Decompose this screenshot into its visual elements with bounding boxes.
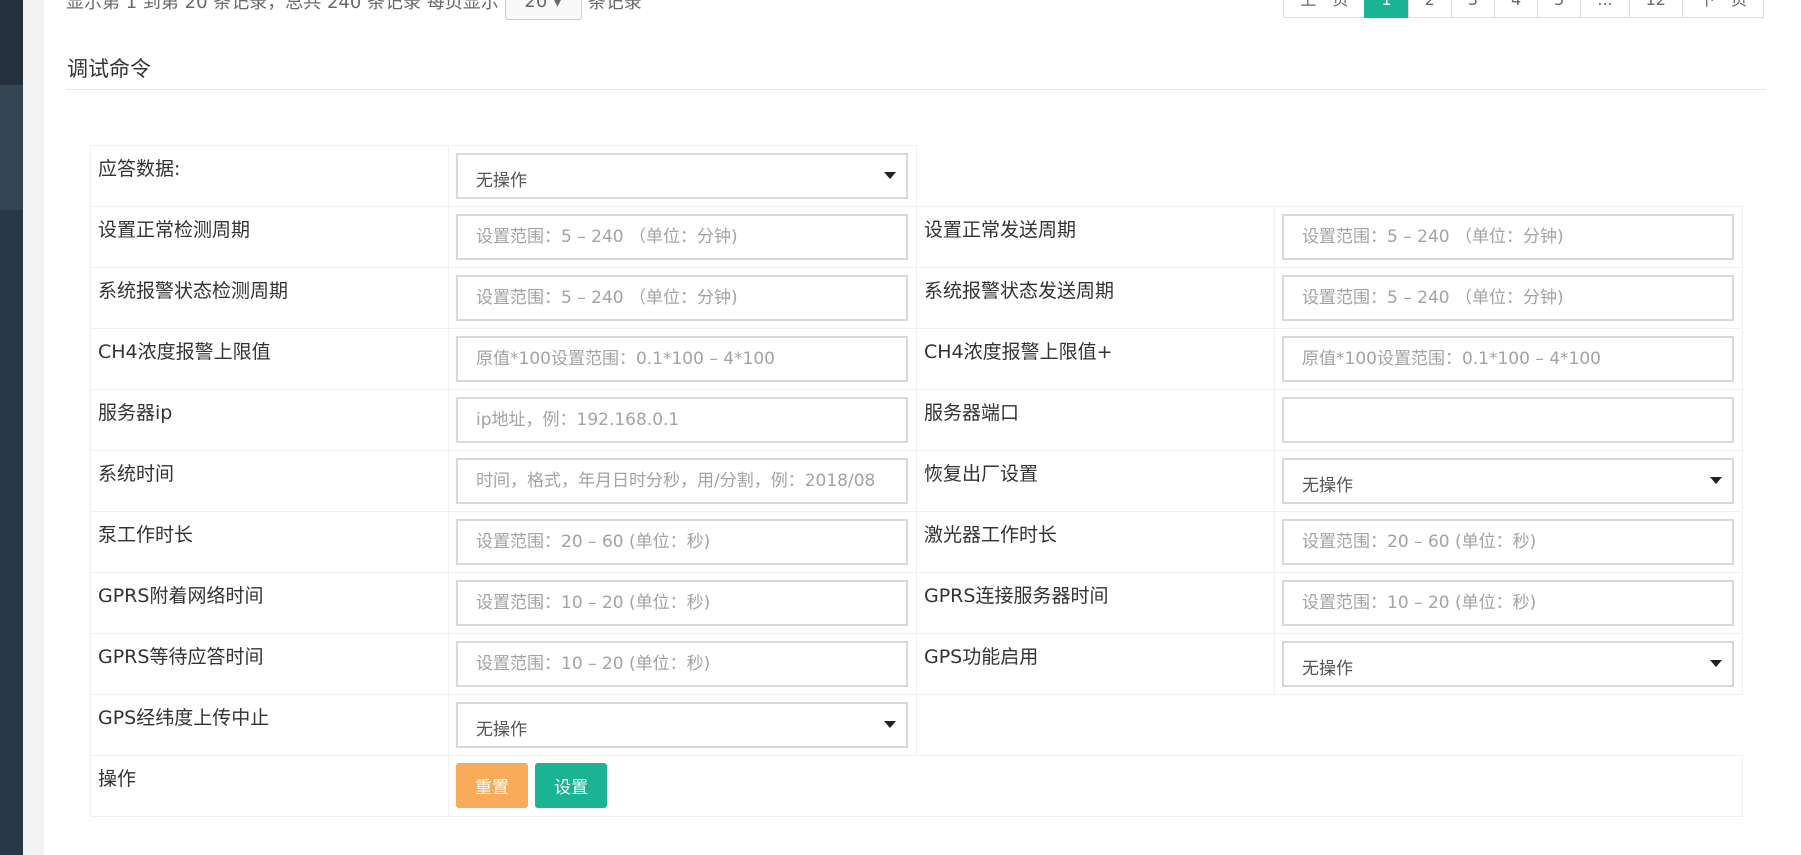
normal-detect-period-input[interactable] [456, 214, 908, 260]
sidebar-body [0, 210, 23, 855]
response-data-value: 无操作 [476, 171, 527, 191]
chevron-down-icon [1710, 477, 1722, 484]
server-ip-label: 服务器ip [90, 389, 449, 451]
form-row: 泵工作时长 激光器工作时长 [90, 511, 1743, 573]
form-row: GPRS等待应答时间 GPS功能启用 无操作 [90, 633, 1743, 695]
ch4-limit-plus-input[interactable] [1282, 336, 1734, 382]
gps-enable-select[interactable]: 无操作 [1282, 641, 1734, 687]
pager-page-4[interactable]: 4 [1493, 0, 1539, 18]
page-size-value: 20 [524, 0, 548, 12]
gprs-wait-label: GPRS等待应答时间 [90, 633, 449, 695]
laser-duration-label: 激光器工作时长 [916, 511, 1275, 573]
debug-command-form: 应答数据: 无操作 设置正常检测周期 设置正常发送周期 系统报警状态检测周期 系… [90, 145, 1743, 817]
gps-upload-stop-label: GPS经纬度上传中止 [90, 694, 449, 756]
pager-page-5[interactable]: 5 [1537, 0, 1582, 18]
system-time-label: 系统时间 [90, 450, 449, 512]
gprs-wait-input[interactable] [456, 641, 908, 687]
form-row: 服务器ip 服务器端口 [90, 389, 1743, 451]
page-info-suffix: 条记录 [587, 0, 642, 13]
section-title: 调试命令 [67, 57, 151, 81]
pager-next[interactable]: 下一页 [1681, 0, 1764, 18]
gps-upload-stop-select[interactable]: 无操作 [456, 702, 908, 748]
set-button[interactable]: 设置 [535, 763, 608, 808]
sidebar-top [0, 0, 23, 85]
ch4-limit-input[interactable] [456, 336, 908, 382]
pager-page-last[interactable]: 12 [1628, 0, 1683, 18]
page-info: 显示第 1 到第 20 条记录，总共 240 条记录 每页显示 20 ▾ 条记录 [66, 0, 642, 20]
chevron-down-icon [1710, 660, 1722, 667]
gprs-attach-input[interactable] [456, 580, 908, 626]
ch4-limit-label: CH4浓度报警上限值 [90, 328, 449, 390]
form-row: CH4浓度报警上限值 CH4浓度报警上限值+ [90, 328, 1743, 390]
pager-ellipsis: ... [1580, 0, 1630, 18]
gprs-attach-label: GPRS附着网络时间 [90, 572, 449, 634]
pump-duration-input[interactable] [456, 519, 908, 565]
form-row: 设置正常检测周期 设置正常发送周期 [90, 206, 1743, 268]
response-data-select[interactable]: 无操作 [456, 153, 908, 199]
ch4-limit-plus-label: CH4浓度报警上限值+ [916, 328, 1275, 390]
pager-page-3[interactable]: 3 [1450, 0, 1495, 18]
gps-upload-stop-value: 无操作 [476, 720, 527, 740]
alarm-send-period-label: 系统报警状态发送周期 [916, 267, 1275, 329]
alarm-send-period-input[interactable] [1282, 275, 1734, 321]
laser-duration-input[interactable] [1282, 519, 1734, 565]
pump-duration-label: 泵工作时长 [90, 511, 449, 573]
page-size-select[interactable]: 20 ▾ [504, 0, 582, 20]
table-pagination-bar: 显示第 1 到第 20 条记录，总共 240 条记录 每页显示 20 ▾ 条记录 上… [44, 0, 1801, 20]
system-time-input[interactable] [456, 458, 908, 504]
form-row: GPRS附着网络时间 GPRS连接服务器时间 [90, 572, 1743, 634]
response-data-label: 应答数据: [90, 145, 449, 207]
form-row: 应答数据: 无操作 [90, 145, 1743, 207]
section-divider [66, 89, 1766, 90]
chevron-down-icon [884, 172, 896, 179]
pager-page-2[interactable]: 2 [1407, 0, 1452, 18]
pager-prev[interactable]: 上一页 [1283, 0, 1366, 18]
page-info-prefix: 显示第 1 到第 20 条记录，总共 240 条记录 每页显示 [66, 0, 499, 13]
sidebar-active-item[interactable] [0, 85, 23, 210]
normal-send-period-label: 设置正常发送周期 [916, 206, 1275, 268]
main-content: 显示第 1 到第 20 条记录，总共 240 条记录 每页显示 20 ▾ 条记录 上… [44, 0, 1801, 855]
pager: 上一页 1 2 3 4 5 ... 12 下一页 [1283, 0, 1764, 18]
gps-enable-label: GPS功能启用 [916, 633, 1275, 695]
normal-send-period-input[interactable] [1282, 214, 1734, 260]
pager-page-1[interactable]: 1 [1364, 0, 1409, 18]
gps-enable-value: 无操作 [1302, 659, 1353, 679]
server-ip-input[interactable] [456, 397, 908, 443]
form-row: 系统时间 恢复出厂设置 无操作 [90, 450, 1743, 512]
form-row: GPS经纬度上传中止 无操作 [90, 694, 1743, 756]
gprs-connect-input[interactable] [1282, 580, 1734, 626]
alarm-detect-period-label: 系统报警状态检测周期 [90, 267, 449, 329]
factory-reset-value: 无操作 [1302, 476, 1353, 496]
form-row: 操作 重置 设置 [90, 755, 1743, 817]
gprs-connect-label: GPRS连接服务器时间 [916, 572, 1275, 634]
sidebar [0, 0, 23, 855]
alarm-detect-period-input[interactable] [456, 275, 908, 321]
form-row: 系统报警状态检测周期 系统报警状态发送周期 [90, 267, 1743, 329]
factory-reset-select[interactable]: 无操作 [1282, 458, 1734, 504]
operations-label: 操作 [90, 755, 449, 817]
reset-button[interactable]: 重置 [456, 763, 528, 808]
server-port-label: 服务器端口 [916, 389, 1275, 451]
chevron-down-icon [884, 721, 896, 728]
factory-reset-label: 恢复出厂设置 [916, 450, 1275, 512]
normal-detect-period-label: 设置正常检测周期 [90, 206, 449, 268]
server-port-input[interactable] [1282, 397, 1734, 443]
